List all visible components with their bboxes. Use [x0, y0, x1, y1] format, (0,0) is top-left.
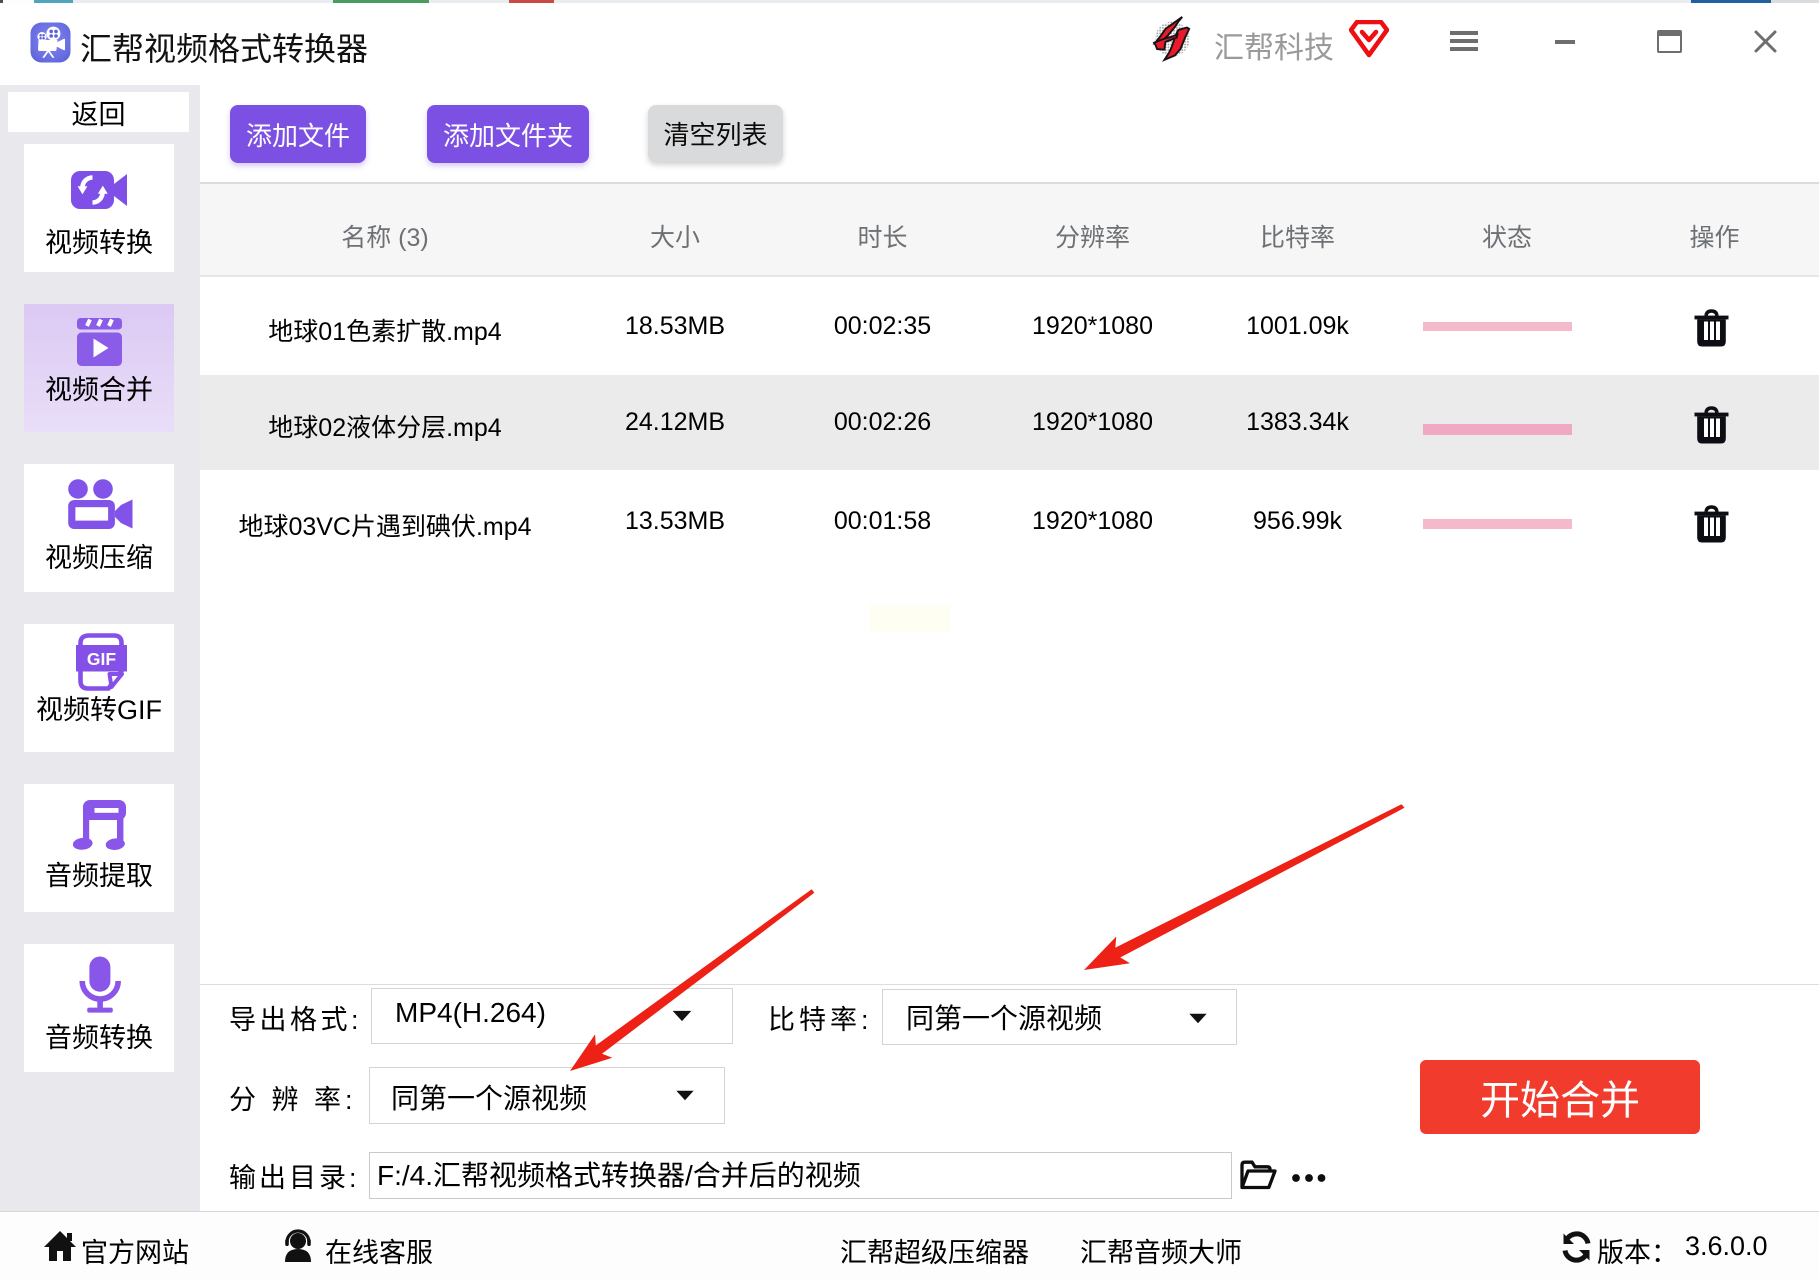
svg-text:GIF: GIF [87, 649, 116, 669]
